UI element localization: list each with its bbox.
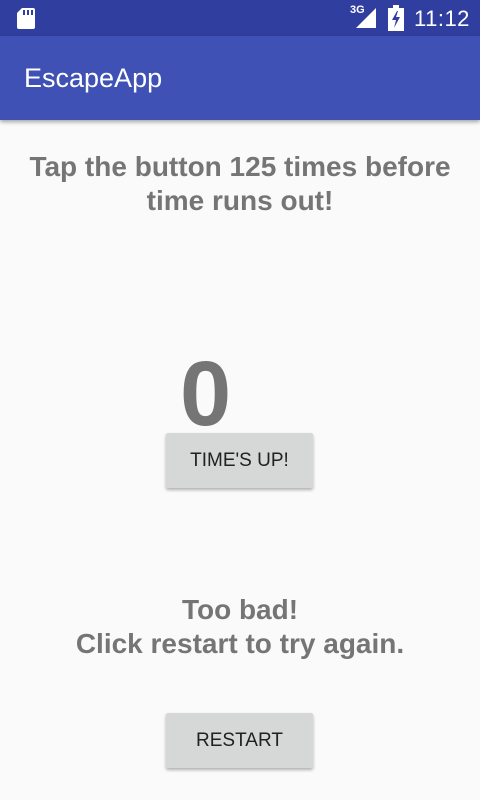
tap-button[interactable]: TIME'S UP!: [166, 433, 313, 488]
tap-counter: 0: [180, 343, 232, 445]
battery-icon: [388, 5, 404, 31]
result-message-line2: Click restart to try again.: [75, 628, 405, 659]
instruction-text: Tap the button 125 times before time run…: [29, 151, 451, 216]
result-message: Too bad! Click restart to try again.: [0, 593, 480, 661]
app-title: EscapeApp: [24, 63, 163, 93]
restart-button[interactable]: RESTART: [166, 713, 313, 768]
signal-icon: [356, 8, 376, 28]
status-bar: 3G 11:12: [0, 0, 480, 36]
clock: 11:12: [414, 6, 470, 31]
app-bar: EscapeApp: [0, 36, 480, 120]
sd-card-icon: [17, 8, 35, 29]
result-message-line1: Too bad!: [181, 594, 299, 625]
